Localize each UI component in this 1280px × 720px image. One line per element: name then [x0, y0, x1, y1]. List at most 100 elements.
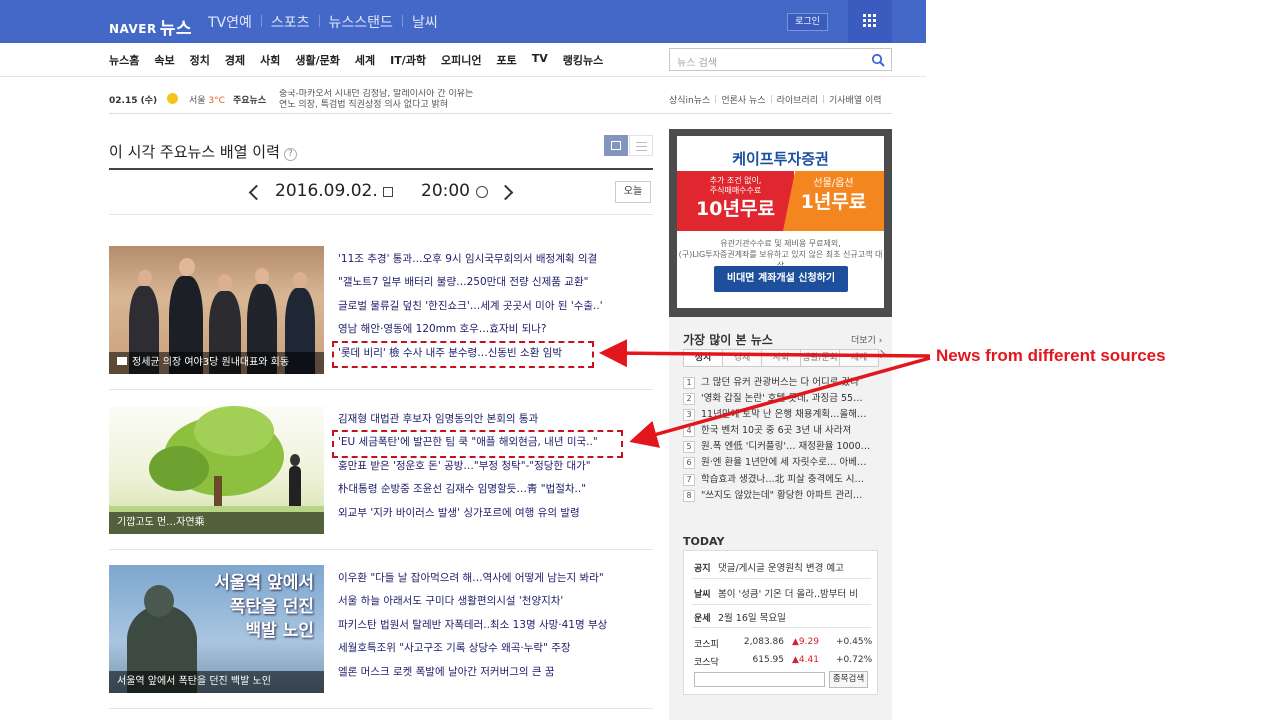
- square-icon: [611, 141, 621, 150]
- category-menu: 뉴스홈 속보 정치 경제 사회 생활/문화 세계 IT/과학 오피니언 포토 T…: [109, 52, 618, 68]
- main-news-label: 주요뉴스: [233, 96, 267, 106]
- news-block: 서울역 앞에서 폭탄을 던진 백발 노인 서울역 앞에서 폭탄을 던진 백발 노…: [109, 565, 653, 693]
- news-thumbnail[interactable]: 정세균 의장 여야3당 원내대표와 회동: [109, 246, 324, 374]
- menu-item-opinion[interactable]: 오피니언: [441, 52, 481, 68]
- link-press-news[interactable]: 언론사 뉴스: [721, 96, 765, 106]
- menu-item-tv[interactable]: TV: [532, 52, 548, 68]
- stock-search-input[interactable]: [694, 672, 825, 687]
- stock-search-button[interactable]: 종목검색: [829, 671, 868, 688]
- tab-economy[interactable]: 경제: [722, 349, 762, 367]
- today-box: 공지 댓글/게시글 운영원칙 변경 예고 날씨 봄이 '성큼' 기온 더 올라..밤…: [683, 550, 878, 695]
- top-nav-newsstand[interactable]: 뉴스스탠드: [329, 12, 393, 32]
- list-view-button[interactable]: [629, 135, 653, 156]
- menu-item-home[interactable]: 뉴스홈: [109, 52, 139, 68]
- advertisement-banner[interactable]: 케이프투자증권 추가 조건 없이, 주식매매수수료 10년무료 선물/옵션 1년무…: [669, 129, 892, 317]
- thumbnail-caption: 서울역 앞에서 폭탄을 던진 백발 노인: [109, 671, 324, 693]
- headline-link[interactable]: '11조 추경' 통과…오후 9시 임시국무회의서 배정계획 의결: [338, 251, 638, 274]
- list-item[interactable]: 5 원.폭 엔低 '디커플링'… 재정환율 1000…: [683, 438, 878, 454]
- list-item[interactable]: 8 "쓰지도 않았는데" 황당한 아파트 관리…: [683, 487, 878, 503]
- list-item[interactable]: 4 한국 벤처 10곳 중 6곳 3년 내 사라져: [683, 422, 878, 438]
- search-icon[interactable]: [871, 53, 885, 67]
- weather-row[interactable]: 날씨 봄이 '성큼' 기온 더 올라..밤부터 비: [694, 586, 858, 600]
- top-header-bar: NAVER 뉴스 TV연예 스포츠 뉴스스탠드 날씨 로그인: [0, 0, 926, 43]
- most-viewed-tabs: 정치 경제 사회 생활/문화 세계: [683, 349, 879, 367]
- page-title: 이 시각 주요뉴스 배열 이력?: [109, 141, 297, 162]
- link-library[interactable]: 라이브러리: [777, 96, 818, 106]
- highlight-box: [332, 430, 623, 458]
- menu-item-economy[interactable]: 경제: [225, 52, 245, 68]
- thumbnail-view-button[interactable]: [604, 135, 628, 156]
- logo-news-text: 뉴스: [159, 19, 193, 39]
- tab-world[interactable]: 세계: [839, 349, 879, 367]
- headline-list: 김재형 대법관 후보자 임명동의안 본회의 통과 'EU 세금폭탄'에 발끈한 …: [338, 411, 638, 528]
- app-grid-icon[interactable]: [848, 0, 892, 43]
- menu-item-world[interactable]: 세계: [355, 52, 375, 68]
- headline-ticker[interactable]: 중국-마카오서 시내던 김정남, 말레이시아 간 이유는 연노 의장, 특검법 …: [279, 89, 479, 109]
- top-nav-tv[interactable]: TV연예: [208, 12, 252, 32]
- naver-news-logo[interactable]: NAVER 뉴스: [109, 13, 193, 39]
- menu-item-breaking[interactable]: 속보: [154, 52, 174, 68]
- selected-date[interactable]: 2016.09.02.: [275, 181, 378, 201]
- current-date: 02.15 (수): [109, 96, 158, 106]
- divider: [109, 113, 892, 114]
- camera-icon: [117, 357, 127, 365]
- headline-link[interactable]: 세월호특조위 "사고구조 기록 상당수 왜곡·누락" 주장: [338, 640, 638, 663]
- headline-link[interactable]: 朴대통령 순방중 조윤선 김재수 임명할듯…靑 "법절차..": [338, 481, 638, 504]
- next-arrow-icon[interactable]: [497, 184, 514, 201]
- menu-item-culture[interactable]: 생활/문화: [295, 52, 340, 68]
- list-item[interactable]: 1그 많던 유커 관광버스는 다 어디로 갔나: [683, 374, 878, 390]
- tab-culture[interactable]: 생활/문화: [800, 349, 840, 367]
- ticker-line[interactable]: 연노 의장, 특검법 직권상정 의사 없다고 밝혀: [279, 100, 479, 109]
- today-button[interactable]: 오늘: [615, 181, 651, 203]
- headline-link[interactable]: 파키스탄 법원서 탈레반 자폭테러..최소 13명 사망·41명 부상: [338, 617, 638, 640]
- ad-offer-right: 선물/옵션 1년무료: [783, 171, 884, 231]
- news-thumbnail[interactable]: 기깝고도 먼…자연乘: [109, 406, 324, 534]
- ad-brand: 케이프투자증권: [732, 150, 829, 168]
- list-item[interactable]: 3 11년만에 토막 난 은행 채용계획…올해…: [683, 406, 878, 422]
- headline-link[interactable]: 글로벌 물류길 덮친 '한진쇼크'…세계 곳곳서 미아 된 '수출..': [338, 298, 638, 321]
- weather-city: 서울 3°C: [189, 96, 225, 106]
- headline-link[interactable]: 외교부 '지카 바이러스 발생' 싱가포르에 여행 유의 발령: [338, 505, 638, 528]
- link-article-history[interactable]: 기사배열 이력: [829, 96, 882, 106]
- headline-link[interactable]: "갤노트7 일부 배터리 불량…250만대 전량 신제품 교환": [338, 274, 638, 297]
- selected-time[interactable]: 20:00: [421, 181, 470, 201]
- menu-item-politics[interactable]: 정치: [190, 52, 210, 68]
- ticker-line[interactable]: 중국-마카오서 시내던 김정남, 말레이시아 간 이유는: [279, 89, 479, 100]
- news-block: 기깝고도 먼…자연乘 김재형 대법관 후보자 임명동의안 본회의 통과 'EU …: [109, 406, 653, 534]
- clock-icon[interactable]: [476, 186, 488, 198]
- link-common-sense-news[interactable]: 상식in뉴스: [669, 96, 710, 106]
- highlight-box: [332, 341, 594, 368]
- calendar-icon[interactable]: [383, 187, 393, 197]
- list-item[interactable]: 6 원·엔 환율 1년만에 세 자릿수로… 아베…: [683, 454, 878, 470]
- utility-links: 상식in뉴스 언론사 뉴스 라이브러리 기사배열 이력: [669, 93, 882, 106]
- news-search-input[interactable]: 뉴스 검색: [669, 48, 892, 71]
- tab-politics[interactable]: 정치: [683, 349, 723, 367]
- login-button[interactable]: 로그인: [787, 13, 828, 31]
- list-item[interactable]: 7 학습효과 생겼나…北 피살 충격에도 시…: [683, 471, 878, 487]
- thumbnail-caption: 기깝고도 먼…자연乘: [109, 512, 324, 534]
- headline-list: 이우환 "다들 날 잡아먹으려 해…역사에 어떻게 남는지 봐라" 서울 하늘 …: [338, 570, 638, 687]
- top-nav-sports[interactable]: 스포츠: [271, 12, 310, 32]
- top-nav-weather[interactable]: 날씨: [412, 12, 438, 32]
- headline-link[interactable]: 엘론 머스크 로켓 폭발에 날아간 저커버그의 큰 꿈: [338, 664, 638, 687]
- headline-link[interactable]: 홍만표 받은 '정운호 돈' 공방…"부정 청탁"-"정당한 대가": [338, 458, 638, 481]
- fortune-row[interactable]: 운세 2월 16일 목요일: [694, 610, 786, 624]
- ad-cta-button[interactable]: 비대면 계좌개설 신청하기: [714, 266, 848, 292]
- prev-arrow-icon[interactable]: [248, 184, 265, 201]
- menu-item-it-science[interactable]: IT/과학: [390, 52, 426, 68]
- list-item[interactable]: 2 '영화 갑질 논란' 호텔 롯데, 과징금 55…: [683, 390, 878, 406]
- divider: [109, 214, 653, 215]
- menu-item-photo[interactable]: 포토: [496, 52, 516, 68]
- today-label: TODAY: [683, 535, 725, 548]
- headline-link[interactable]: 서울 하늘 아래서도 구미다 생활편의시설 '천양지차': [338, 593, 638, 616]
- notice-row[interactable]: 공지 댓글/게시글 운영원칙 변경 예고: [694, 560, 844, 574]
- news-thumbnail[interactable]: 서울역 앞에서 폭탄을 던진 백발 노인 서울역 앞에서 폭탄을 던진 백발 노…: [109, 565, 324, 693]
- ad-offer-left: 추가 조건 없이, 주식매매수수료 10년무료: [677, 171, 794, 231]
- divider: [109, 389, 653, 390]
- menu-item-society[interactable]: 사회: [260, 52, 280, 68]
- headline-link[interactable]: 이우환 "다들 날 잡아먹으려 해…역사에 어떻게 남는지 봐라": [338, 570, 638, 593]
- menu-item-ranking[interactable]: 랭킹뉴스: [563, 52, 603, 68]
- help-icon[interactable]: ?: [283, 148, 297, 161]
- more-link[interactable]: 더보기 ›: [851, 333, 882, 346]
- tab-society[interactable]: 사회: [761, 349, 801, 367]
